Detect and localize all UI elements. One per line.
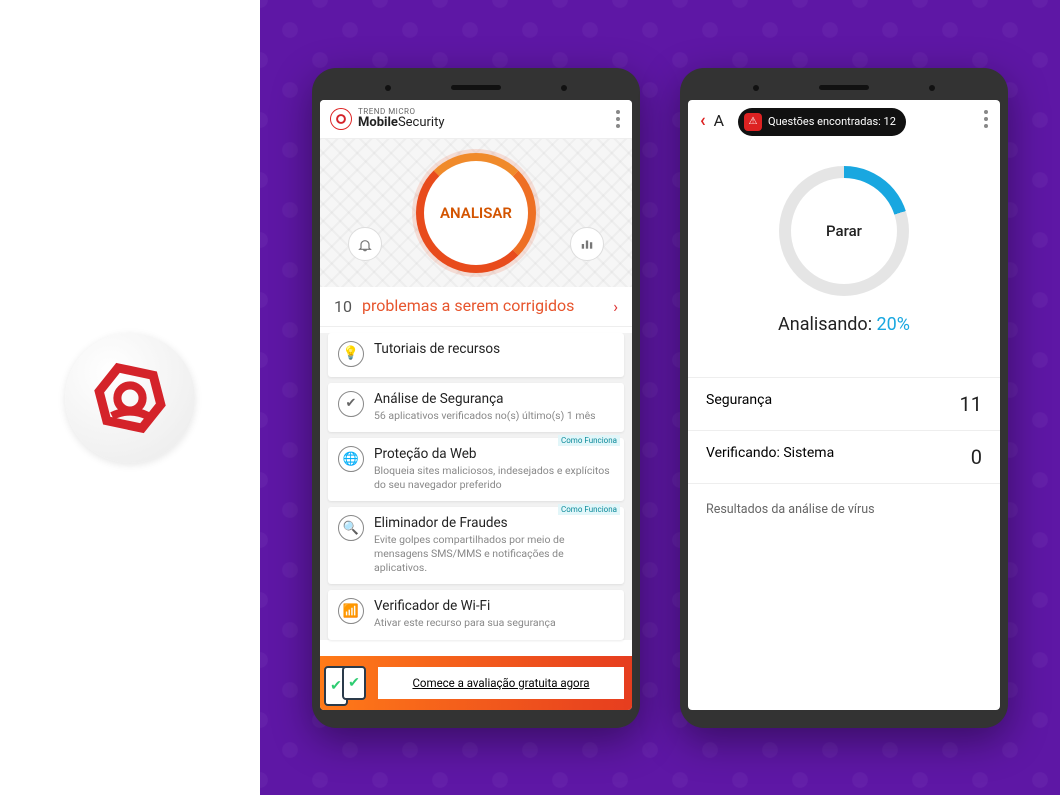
card-desc: Bloqueia sites maliciosos, indesejados e… [374,464,614,491]
bars-icon [580,237,594,251]
card-title: Verificador de Wi-Fi [374,598,556,614]
card-desc: Evite golpes compartilhados por meio de … [374,533,614,574]
card-desc: 56 aplicativos verificados no(s) último(… [374,409,596,423]
app-header: TREND MICRO MobileSecurity [320,100,632,139]
scan-stats: Segurança 11 Verificando: Sistema 0 Resu… [688,377,1000,535]
status-percent: 20% [877,314,910,335]
row-security: Segurança 11 [688,377,1000,430]
phone-hardware-top [688,76,1000,100]
status-label: Analisando: [778,314,872,335]
card-web-protection[interactable]: Como Funciona 🌐 Proteção da Web Bloqueia… [328,438,624,501]
brand-logo [65,333,195,463]
start-trial-label: Comece a avaliação gratuita agora [412,676,589,690]
scan-status: Analisando: 20% [778,314,910,335]
problems-label: problemas a serem corrigidos [362,297,613,315]
wifi-icon: 📶 [338,598,364,624]
problems-count: 10 [334,297,352,316]
card-wifi-checker[interactable]: 📶 Verificador de Wi-Fi Ativar este recur… [328,590,624,640]
scan-progress-area: Parar Analisando: 20% [688,141,1000,361]
how-it-works-tag[interactable]: Como Funciona [558,435,620,446]
card-title: Tutoriais de recursos [374,341,500,357]
scan-button[interactable]: ANALISAR [416,153,536,273]
chevron-right-icon: › [613,297,618,316]
trendmicro-logo-icon [85,353,175,443]
phone-hardware-top [320,76,632,100]
screen-scanning: ‹ A ⚠ Questões encontradas: 12 Parar Ana… [688,100,1000,710]
more-menu-button[interactable] [616,110,620,128]
screen-home: TREND MICRO MobileSecurity ANALISAR [320,100,632,710]
toast-label: Questões encontradas: 12 [768,115,896,128]
issues-found-toast[interactable]: ⚠ Questões encontradas: 12 [738,108,906,136]
bell-icon [357,236,373,252]
row-value: 0 [971,445,982,469]
feature-card-list: 💡 Tutoriais de recursos ✔ Análise de Seg… [320,333,632,640]
shield-check-icon: ✔ [338,391,364,417]
row-verifying: Verificando: Sistema 0 [688,430,1000,483]
phone-scanning: ‹ A ⚠ Questões encontradas: 12 Parar Ana… [680,68,1008,728]
devices-icon: ✔ ✔ [324,666,360,706]
stop-label: Parar [826,222,862,240]
alert-icon: ⚠ [744,113,762,131]
card-fraud-eliminator[interactable]: Como Funciona 🔍 Eliminador de Fraudes Ev… [328,507,624,584]
magnifier-icon: 🔍 [338,515,364,541]
card-tutorials[interactable]: 💡 Tutoriais de recursos [328,333,624,377]
app-logo-icon [330,108,352,130]
row-label: Segurança [706,392,772,416]
results-section-label: Resultados da análise de vírus [688,483,1000,535]
scan-header: ‹ A ⚠ Questões encontradas: 12 [688,100,1000,141]
problems-row[interactable]: 10 problemas a serem corrigidos › [320,287,632,327]
brand-product: MobileSecurity [358,116,445,129]
trial-cta-banner: ✔ ✔ Comece a avaliação gratuita agora [320,656,632,710]
card-security-scan[interactable]: ✔ Análise de Segurança 56 aplicativos ve… [328,383,624,433]
stats-button[interactable] [570,227,604,261]
brand-text: TREND MICRO MobileSecurity [358,108,445,129]
row-value: 11 [960,392,982,416]
row-label: Verificando: Sistema [706,445,834,469]
left-panel [0,0,260,795]
card-title: Eliminador de Fraudes [374,515,614,531]
lightbulb-icon: 💡 [338,341,364,367]
scan-hero: ANALISAR [320,139,632,287]
back-button[interactable]: ‹ [700,110,706,131]
more-menu-button[interactable] [984,110,988,128]
right-panel: TREND MICRO MobileSecurity ANALISAR [260,0,1060,795]
card-title: Análise de Segurança [374,391,596,407]
globe-icon: 🌐 [338,446,364,472]
scan-button-label: ANALISAR [440,204,512,222]
card-title: Proteção da Web [374,446,614,462]
start-trial-button[interactable]: Comece a avaliação gratuita agora [378,667,624,699]
card-desc: Ativar este recurso para sua segurança [374,616,556,630]
notifications-button[interactable] [348,227,382,261]
page-title-truncated: A [714,111,724,130]
how-it-works-tag[interactable]: Como Funciona [558,504,620,515]
phone-home: TREND MICRO MobileSecurity ANALISAR [312,68,640,728]
stop-scan-button[interactable]: Parar [779,166,909,296]
